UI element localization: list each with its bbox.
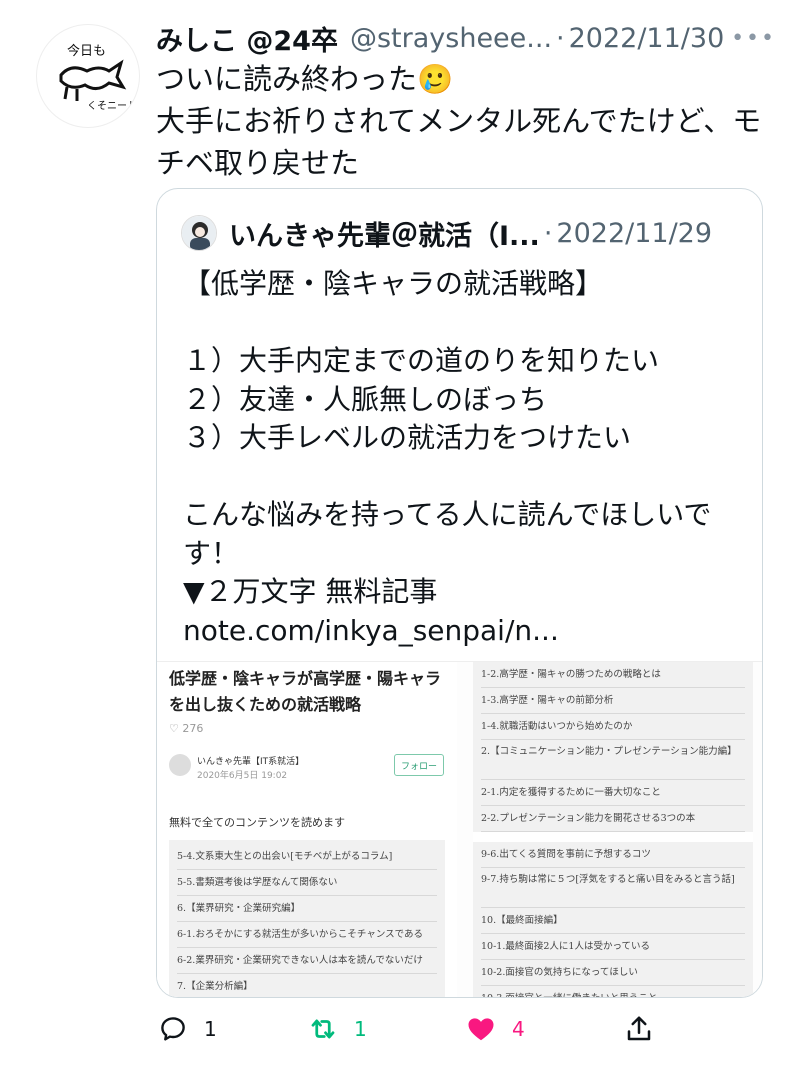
reply-count: 1 [204, 1017, 217, 1041]
quoted-display-name: いんきゃ先輩＠就活（I... [229, 220, 540, 252]
preview-right-panel: 1-2.高学歴・陽キャの勝つための戦略とは 1-3.高学歴・陽キャの前節分析 1… [473, 662, 753, 997]
user-handle[interactable]: @straysheee... [350, 23, 552, 54]
preview-left-panel: 低学歴・陰キャラが高学歴・陽キャラを出し抜くための就活戦略 ♡ 276 いんきゃ… [157, 662, 457, 997]
toc-item: 1-3.高学歴・陽キャの前節分析 [481, 688, 745, 714]
preview-like-number: 276 [182, 722, 204, 735]
toc-item: 6-1.おろそかにする就活生が多いからこそチャンスである [177, 922, 437, 948]
preview-right-toc: 1-2.高学歴・陽キャの勝つための戦略とは 1-3.高学歴・陽キャの前節分析 1… [473, 662, 753, 997]
preview-author-avatar [169, 754, 191, 776]
toc-item: 2.【コミュニケーション能力・プレゼンテーション能力編】 [481, 740, 745, 780]
preview-left-toc: 5-4.文系東大生との出会い[モチベが上がるコラム] 5-5.書類選考後は学歴な… [169, 840, 445, 997]
reply-button[interactable]: 1 [158, 1014, 217, 1044]
fish-drawing [59, 59, 127, 90]
toc-item: 6-2.業界研究・企業研究できない人は本を読んでないだけ [177, 948, 437, 974]
retweet-icon [311, 1019, 335, 1039]
quoted-tweet-date: 2022/11/29 [556, 217, 713, 249]
toc-item: 1-4.就職活動はいつから始めたのか [481, 714, 745, 740]
toc-item: 10-3.面接官と一緒に働きたいと思うこと [481, 986, 745, 997]
fish-legs [63, 86, 79, 101]
separator-dot: · [556, 22, 565, 54]
author-avatar[interactable]: 今日も くそニート [36, 24, 140, 128]
tweet-date[interactable]: 2022/11/30 [569, 23, 725, 54]
toc-item: 2-2.プレゼンテーション能力を開花させる3つの本 [481, 806, 745, 832]
share-button[interactable] [624, 1014, 654, 1044]
toc-item: 1-2.高学歴・陽キャの勝つための戦略とは [481, 662, 745, 688]
quoted-author-avatar [181, 215, 217, 251]
toc-item: 2-1.内定を獲得するために一番大切なこと [481, 780, 745, 806]
quoted-tweet-header: いんきゃ先輩＠就活（I... · 2022/11/29 [181, 213, 751, 253]
share-icon [627, 1016, 651, 1041]
reply-icon [161, 1017, 185, 1041]
preview-follow-button: フォロー [394, 754, 444, 776]
quoted-separator-dot: · [543, 217, 553, 249]
toc-item: 7.【企業分析編】 [177, 974, 437, 997]
like-button[interactable]: 4 [466, 1014, 525, 1044]
preview-author-date: 2020年6月5日 19:02 [197, 771, 288, 781]
preview-like-count: ♡ 276 [169, 722, 204, 735]
quoted-tweet-text: 【低学歴・陰キャラの就活戦略】 １）大手内定までの道のりを知りたい ２）友達・人… [183, 267, 712, 647]
avatar-text-bottom: くそニート [87, 100, 137, 112]
display-name[interactable]: みしこ @24卒 [156, 19, 338, 58]
toc-item: 5-5.書類選考後は学歴なんて関係ない [177, 870, 437, 896]
tweet-header: みしこ @24卒 @straysheee... · 2022/11/30 ••• [156, 18, 776, 58]
retweet-button[interactable]: 1 [308, 1014, 367, 1044]
preview-free-label: 無料で全てのコンテンツを読めます [169, 816, 345, 829]
retweet-count: 1 [354, 1017, 367, 1041]
toc-gap [473, 832, 753, 842]
toc-item: 9-6.出てくる質問を事前に予想するコツ [481, 842, 745, 868]
preview-article-title: 低学歴・陰キャラが高学歴・陽キャラを出し抜くための就活戦略 [169, 669, 442, 714]
tweet-text: ついに読み終わった🥲 大手にお祈りされてメンタル死んでたけど、モチベ取り戻せた [156, 62, 762, 180]
avatar-text-top: 今日も [67, 43, 106, 59]
heart-icon [468, 1018, 494, 1041]
tweet-action-bar: 1 1 4 [0, 1006, 800, 1054]
toc-item: 6.【業界研究・企業研究編】 [177, 896, 437, 922]
toc-item: 5-4.文系東大生との出会い[モチベが上がるコラム] [177, 844, 437, 870]
toc-item: 9-7.持ち駒は常に５つ[浮気をすると痛い目をみると言う話] [481, 868, 745, 908]
toc-item: 10-1.最終面接2人に1人は受かっている [481, 934, 745, 960]
toc-item: 10.【最終面接編】 [481, 908, 745, 934]
quoted-tweet[interactable]: いんきゃ先輩＠就活（I... · 2022/11/29 【低学歴・陰キャラの就活… [156, 188, 763, 998]
like-count: 4 [512, 1017, 525, 1041]
more-options-icon[interactable]: ••• [731, 26, 776, 51]
toc-item: 10-2.面接官の気持ちになってほしい [481, 960, 745, 986]
quoted-media-preview[interactable]: 低学歴・陰キャラが高学歴・陽キャラを出し抜くための就活戦略 ♡ 276 いんきゃ… [157, 661, 762, 997]
preview-author-name: いんきゃ先輩【IT系就活】 [197, 757, 305, 767]
